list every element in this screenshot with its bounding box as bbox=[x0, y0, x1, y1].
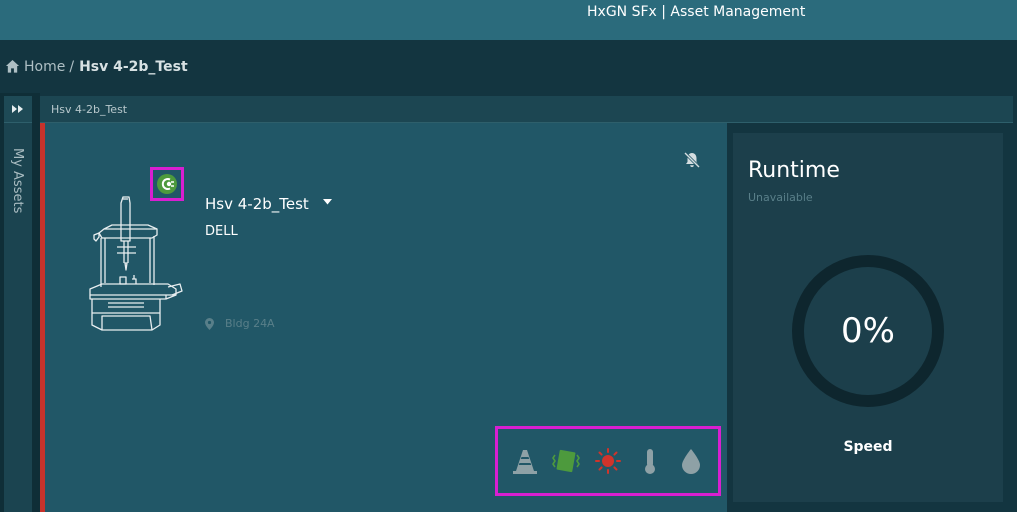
light-sun-icon bbox=[594, 448, 621, 474]
bell-muted-icon[interactable] bbox=[683, 151, 701, 169]
humidity-drop-icon bbox=[682, 449, 701, 474]
sensor-vibration[interactable] bbox=[549, 444, 583, 478]
home-icon bbox=[5, 59, 20, 73]
panel-header-title: Hsv 4-2b_Test bbox=[51, 102, 128, 116]
sidebar-label[interactable]: My Assets bbox=[10, 148, 25, 213]
main-content: Hsv 4-2b_Test Hsv 4-2b_Test DELL Bldg 24… bbox=[40, 93, 1017, 512]
sensor-cone[interactable] bbox=[508, 444, 542, 478]
vibration-icon bbox=[552, 449, 581, 473]
temperature-icon bbox=[644, 449, 655, 474]
double-chevron-right-icon bbox=[12, 105, 23, 113]
breadcrumb-current: Hsv 4-2b_Test bbox=[79, 58, 188, 75]
sensor-temperature[interactable] bbox=[633, 444, 667, 478]
breadcrumb-separator: / bbox=[69, 58, 75, 75]
sensor-icons-group bbox=[495, 426, 721, 496]
connection-status-indicator[interactable] bbox=[150, 167, 184, 201]
connected-icon bbox=[157, 174, 177, 194]
status-stripe bbox=[40, 123, 45, 512]
my-assets-sidebar: My Assets bbox=[4, 96, 32, 512]
cmm-machine-image bbox=[89, 196, 183, 331]
runtime-subtitle: Unavailable bbox=[748, 191, 813, 204]
sensor-light[interactable] bbox=[591, 444, 625, 478]
runtime-percent: 0% bbox=[841, 311, 895, 351]
breadcrumb-home-label: Home bbox=[24, 58, 66, 75]
runtime-title: Runtime bbox=[748, 158, 840, 183]
top-bar: HxGN SFx | Asset Management bbox=[0, 0, 1017, 40]
app-title: HxGN SFx | Asset Management bbox=[587, 4, 806, 20]
asset-name: Hsv 4-2b_Test bbox=[205, 195, 309, 213]
runtime-metric-label: Speed bbox=[843, 439, 893, 455]
breadcrumb-home-link[interactable]: Home bbox=[5, 59, 65, 75]
panel-header: Hsv 4-2b_Test bbox=[40, 96, 1013, 123]
map-pin-icon bbox=[205, 317, 214, 330]
asset-location: Bldg 24A bbox=[205, 317, 275, 330]
sensor-humidity[interactable] bbox=[674, 444, 708, 478]
location-label: Bldg 24A bbox=[225, 317, 275, 330]
cone-icon bbox=[512, 450, 537, 474]
runtime-panel: Runtime Unavailable 0% Speed bbox=[733, 133, 1003, 502]
asset-card: Hsv 4-2b_Test DELL Bldg 24A bbox=[40, 123, 727, 512]
sidebar-expand-button[interactable] bbox=[4, 96, 32, 123]
asset-manufacturer: DELL bbox=[205, 224, 238, 239]
caret-down-icon bbox=[322, 199, 332, 205]
breadcrumb: Home / Hsv 4-2b_Test bbox=[0, 40, 1017, 93]
asset-name-dropdown[interactable]: Hsv 4-2b_Test bbox=[205, 195, 332, 213]
